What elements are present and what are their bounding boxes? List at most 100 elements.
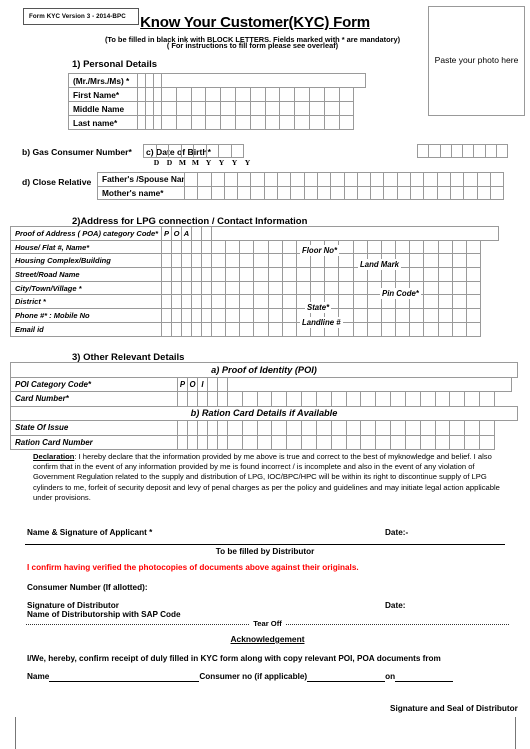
input-cell[interactable]	[161, 73, 367, 88]
input-cell[interactable]	[352, 321, 368, 337]
input-cell[interactable]	[281, 294, 297, 310]
input-cell[interactable]	[409, 321, 425, 337]
input-cell[interactable]	[423, 253, 439, 269]
input-cell[interactable]	[301, 391, 317, 407]
input-cell[interactable]	[404, 391, 421, 407]
input-cell[interactable]	[352, 294, 368, 310]
input-cell[interactable]	[227, 376, 512, 392]
input-cell[interactable]	[409, 253, 425, 269]
input-cell[interactable]	[390, 434, 406, 450]
input-cell[interactable]	[227, 420, 243, 436]
input-cell[interactable]	[451, 294, 467, 310]
input-cell[interactable]	[223, 185, 239, 200]
input-cell[interactable]	[338, 280, 354, 296]
input-cell[interactable]	[449, 391, 466, 407]
input-cell[interactable]	[190, 115, 207, 130]
input-cell[interactable]	[419, 434, 436, 450]
ack-name-blank[interactable]	[49, 672, 200, 682]
input-cell[interactable]	[303, 185, 318, 200]
input-cell[interactable]	[256, 391, 273, 407]
input-cell[interactable]	[161, 101, 177, 116]
input-cell[interactable]	[352, 280, 368, 296]
input-cell[interactable]	[239, 280, 255, 296]
input-cell[interactable]	[396, 172, 412, 187]
input-cell[interactable]	[237, 172, 252, 187]
input-cell[interactable]	[168, 144, 182, 158]
input-cell[interactable]	[205, 144, 219, 158]
input-cell[interactable]	[464, 420, 481, 436]
input-cell[interactable]	[323, 101, 340, 116]
input-cell[interactable]	[277, 172, 292, 187]
input-cell[interactable]	[267, 267, 283, 282]
input-cell[interactable]	[225, 308, 241, 323]
input-cell[interactable]	[239, 239, 255, 255]
input-cell[interactable]	[479, 420, 495, 436]
input-cell[interactable]	[423, 185, 438, 200]
input-cell[interactable]	[263, 172, 279, 187]
input-cell[interactable]	[281, 308, 297, 323]
input-cell[interactable]	[380, 321, 397, 337]
input-cell[interactable]	[227, 391, 243, 407]
input-cell[interactable]	[345, 434, 362, 450]
input-cell[interactable]	[409, 267, 425, 282]
input-cell[interactable]	[184, 172, 199, 187]
input-cell[interactable]	[451, 267, 467, 282]
input-cell[interactable]	[234, 115, 251, 130]
input-cell[interactable]	[437, 321, 453, 337]
input-cell[interactable]	[390, 391, 406, 407]
input-cell[interactable]	[375, 420, 392, 436]
input-cell[interactable]	[211, 280, 227, 296]
input-cell[interactable]	[423, 239, 439, 255]
input-cell[interactable]	[308, 101, 325, 116]
input-cell[interactable]	[338, 267, 354, 282]
input-cell[interactable]	[345, 391, 362, 407]
input-cell[interactable]	[220, 101, 236, 116]
input-cell[interactable]	[315, 434, 332, 450]
input-cell[interactable]	[464, 391, 481, 407]
input-cell[interactable]	[315, 391, 332, 407]
input-cell[interactable]	[225, 267, 241, 282]
input-cell[interactable]	[345, 420, 362, 436]
input-cell[interactable]	[286, 434, 303, 450]
input-cell[interactable]	[239, 308, 255, 323]
input-cell[interactable]	[383, 185, 398, 200]
input-cell[interactable]	[360, 434, 377, 450]
input-cell[interactable]	[193, 144, 207, 158]
input-cell[interactable]	[479, 391, 495, 407]
input-cell[interactable]	[476, 185, 491, 200]
input-cell[interactable]	[294, 115, 310, 130]
input-cell[interactable]	[324, 267, 340, 282]
input-cell[interactable]	[253, 239, 269, 255]
input-cell[interactable]	[175, 87, 192, 102]
input-cell[interactable]	[465, 321, 481, 337]
input-cell[interactable]	[190, 101, 207, 116]
input-cell[interactable]	[338, 115, 355, 130]
input-cell[interactable]	[234, 87, 251, 102]
input-cell[interactable]	[281, 321, 297, 337]
input-cell[interactable]	[465, 280, 481, 296]
input-cell[interactable]	[225, 239, 241, 255]
input-cell[interactable]	[225, 321, 241, 337]
input-cell[interactable]	[451, 239, 467, 255]
input-cell[interactable]	[496, 144, 509, 158]
input-cell[interactable]	[423, 294, 439, 310]
input-cell[interactable]	[267, 280, 283, 296]
input-cell[interactable]	[356, 185, 372, 200]
input-cell[interactable]	[279, 115, 296, 130]
input-cell[interactable]	[338, 253, 354, 269]
input-cell[interactable]	[437, 267, 453, 282]
input-cell[interactable]	[256, 420, 273, 436]
input-cell[interactable]	[330, 391, 347, 407]
date-of-birth-input-grid[interactable]	[143, 144, 244, 158]
input-cell[interactable]	[434, 420, 451, 436]
input-cell[interactable]	[271, 391, 288, 407]
input-cell[interactable]	[476, 172, 491, 187]
ack-consumer-blank[interactable]	[307, 672, 386, 682]
input-cell[interactable]	[281, 253, 297, 269]
input-cell[interactable]	[437, 253, 453, 269]
input-cell[interactable]	[279, 101, 296, 116]
input-cell[interactable]	[451, 253, 467, 269]
input-cell[interactable]	[465, 253, 481, 269]
input-cell[interactable]	[423, 321, 439, 337]
input-cell[interactable]	[263, 185, 279, 200]
